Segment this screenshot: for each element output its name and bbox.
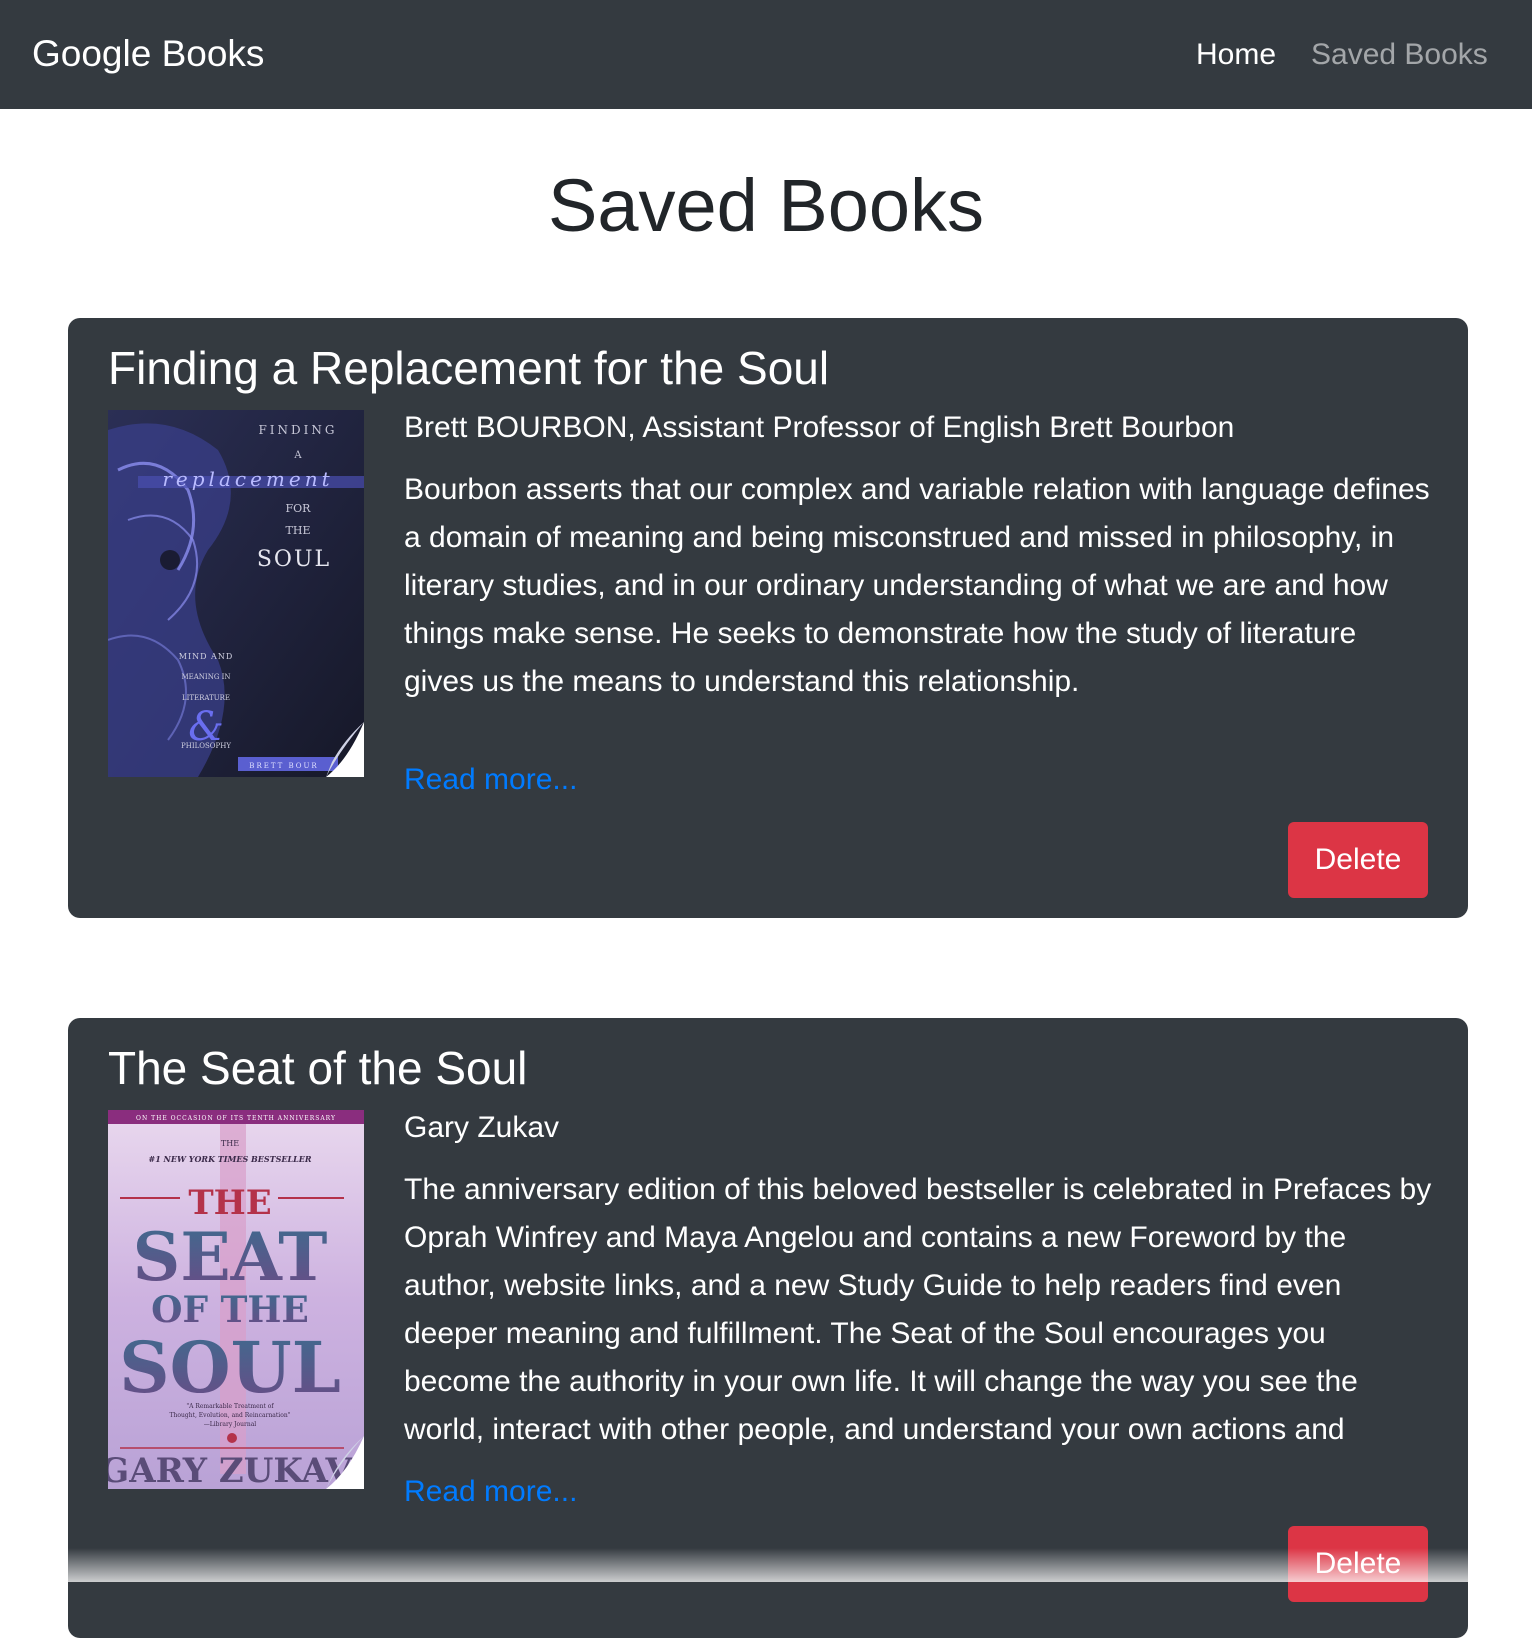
- cover-title-word: THE: [188, 1183, 271, 1223]
- cover-title-word: SEAT: [133, 1218, 328, 1296]
- cover-title-word: SOUL: [119, 1326, 341, 1409]
- cover-text: FINDING: [258, 423, 337, 437]
- book-cover-image: ON THE OCCASION OF ITS TENTH ANNIVERSARY…: [108, 1110, 364, 1489]
- book-authors: Brett BOURBON, Assistant Professor of En…: [404, 411, 1235, 444]
- book-card: The Seat of the Soul ON THE OCCASION OF …: [68, 1018, 1468, 1638]
- cover-quote: —Library Journal: [204, 1421, 257, 1428]
- cover-quote: "A Remarkable Treatment of: [186, 1403, 274, 1410]
- cover-quote: Thought, Evolution, and Reincarnation": [170, 1412, 291, 1419]
- nav-saved-books-link[interactable]: Saved Books: [1311, 36, 1488, 74]
- book-title: Finding a Replacement for the Soul: [108, 342, 830, 394]
- cover-big-word: SOUL: [257, 547, 331, 572]
- delete-button[interactable]: Delete: [1288, 1526, 1428, 1602]
- book-cover-image: FINDING A replacement FOR THE SOUL MIND …: [108, 410, 364, 777]
- cover-text: MEANING IN: [181, 673, 230, 681]
- read-more-link[interactable]: Read more...: [404, 1472, 577, 1512]
- cover-text: LITERATURE: [182, 694, 230, 702]
- cover-banner: ON THE OCCASION OF ITS TENTH ANNIVERSARY: [136, 1115, 336, 1122]
- page-title: Saved Books: [547, 164, 985, 247]
- nav-home-link[interactable]: Home: [1196, 36, 1276, 74]
- cover-script-word: replacement: [162, 467, 333, 491]
- cover-text: #1 NEW YORK TIMES BESTSELLER: [149, 1154, 312, 1164]
- cover-text: MIND AND: [179, 652, 234, 661]
- cover-text: FOR: [286, 502, 312, 515]
- cover-text: THE: [286, 524, 311, 537]
- book-card: Finding a Replacement for the Soul FINDI…: [68, 318, 1468, 918]
- delete-button[interactable]: Delete: [1288, 822, 1428, 898]
- cover-text: A: [293, 450, 302, 461]
- book-description: The anniversary edition of this beloved …: [404, 1173, 1432, 1446]
- cover-text: PHILOSOPHY: [181, 742, 231, 750]
- cover-author-strip: BRETT BOUR: [249, 762, 318, 770]
- cover-author: GARY ZUKAV: [108, 1451, 352, 1489]
- navbar: Google Books Home Saved Books: [0, 0, 1532, 109]
- cover-text: THE: [221, 1139, 239, 1148]
- book-authors: Gary Zukav: [404, 1111, 560, 1144]
- cover-title-word: OF THE: [151, 1289, 309, 1331]
- brand-link[interactable]: Google Books: [32, 31, 264, 77]
- read-more-link[interactable]: Read more...: [404, 760, 577, 800]
- book-title: The Seat of the Soul: [108, 1042, 528, 1094]
- book-description: Bourbon asserts that our complex and var…: [404, 473, 1430, 698]
